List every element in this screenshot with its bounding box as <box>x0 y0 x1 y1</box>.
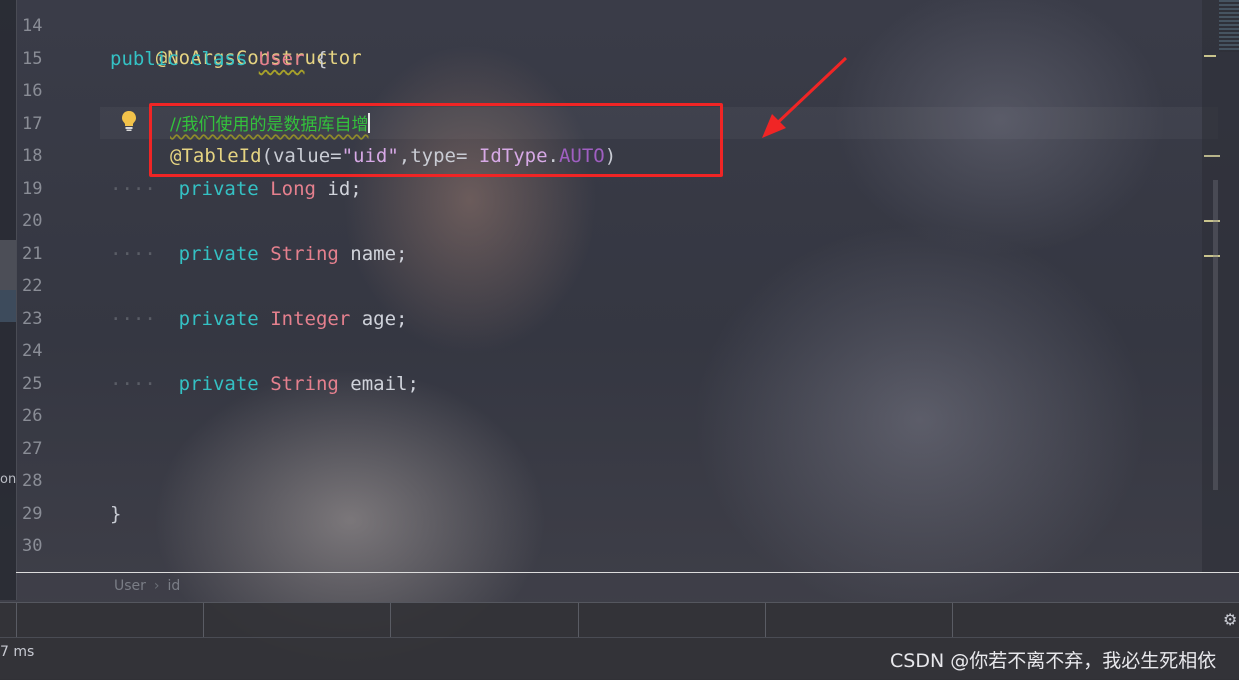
line-number: 28 <box>22 471 43 491</box>
breadcrumb-bar: User › id <box>16 572 1239 603</box>
panel-divider <box>765 603 766 637</box>
tool-strip-label: on <box>0 472 17 487</box>
error-stripe-top <box>1219 0 1239 52</box>
tool-strip-item-selected[interactable] <box>0 290 16 322</box>
gear-icon[interactable]: ⚙ <box>1223 610 1237 629</box>
error-stripe-mark[interactable] <box>1204 155 1220 157</box>
code-line-29[interactable]: } <box>110 498 121 530</box>
line-number: 30 <box>22 536 43 556</box>
line-number: 21 <box>22 244 43 264</box>
error-stripe-mark[interactable] <box>1204 55 1216 57</box>
field-name: id; <box>327 178 362 200</box>
line-number-gutter: 14 15 16 17 18 19 20 21 22 23 24 25 26 2… <box>16 0 100 572</box>
keyword: class <box>190 48 248 70</box>
chevron-right-icon: › <box>153 578 160 594</box>
line-number: 18 <box>22 146 43 166</box>
panel-divider <box>952 603 953 637</box>
line-number: 15 <box>22 49 43 69</box>
indent-guide: ···· <box>110 178 156 200</box>
code-line-14[interactable]: @NoArgsConstructor <box>110 10 362 69</box>
type-name: Integer <box>270 308 351 330</box>
keyword: private <box>178 178 259 200</box>
vertical-scroll-thumb[interactable] <box>1213 180 1218 490</box>
type-name: String <box>270 243 339 265</box>
tool-strip-item[interactable] <box>0 240 16 290</box>
line-number: 22 <box>22 276 43 296</box>
editor-scrollbar[interactable] <box>1202 0 1239 572</box>
type-name: Long <box>270 178 316 200</box>
code-line-23[interactable]: ···· private Integer age; <box>110 303 407 335</box>
keyword: private <box>178 373 259 395</box>
panel-divider <box>578 603 579 637</box>
line-number: 26 <box>22 406 43 426</box>
breadcrumb-item-field[interactable]: id <box>168 578 181 594</box>
watermark: CSDN @你若不离不弃，我必生死相依 <box>890 650 1217 672</box>
line-number: 29 <box>22 504 43 524</box>
breadcrumb-item-class[interactable]: User <box>114 578 146 594</box>
brace: } <box>110 503 122 525</box>
field-name: email; <box>350 373 419 395</box>
breadcrumb: User › id <box>114 578 180 594</box>
panel-divider <box>203 603 204 637</box>
code-line-25[interactable]: ···· private String email; <box>110 368 419 400</box>
lightbulb-icon[interactable] <box>120 110 138 132</box>
line-number: 27 <box>22 439 43 459</box>
keyword: private <box>178 308 259 330</box>
type-name: String <box>270 373 339 395</box>
red-highlight-box <box>149 103 723 177</box>
keyword: public <box>110 48 179 70</box>
line-number: 23 <box>22 309 43 329</box>
code-line-21[interactable]: ···· private String name; <box>110 238 407 270</box>
panel-divider <box>390 603 391 637</box>
red-arrow-annotation <box>762 56 848 138</box>
line-number: 17 <box>22 114 43 134</box>
brace: { <box>304 48 328 70</box>
field-name: age; <box>361 308 408 330</box>
panel-row-divider <box>0 637 1239 638</box>
indent-guide: ···· <box>110 243 156 265</box>
field-name: name; <box>350 243 408 265</box>
code-line-15[interactable]: public class User { <box>110 43 327 75</box>
code-line-19[interactable]: ···· private Long id; <box>110 173 362 205</box>
line-number: 25 <box>22 374 43 394</box>
line-number: 20 <box>22 211 43 231</box>
indent-guide: ···· <box>110 308 156 330</box>
indent-guide: ···· <box>110 373 156 395</box>
left-tool-strip: on <box>0 0 17 600</box>
panel-divider <box>16 603 17 637</box>
line-number: 16 <box>22 81 43 101</box>
status-time: 7 ms <box>0 644 35 660</box>
line-number: 24 <box>22 341 43 361</box>
line-number: 14 <box>22 16 43 36</box>
class-name: User <box>258 48 305 70</box>
code-editor[interactable]: 14 15 16 17 18 19 20 21 22 23 24 25 26 2… <box>16 0 1218 572</box>
keyword: private <box>178 243 259 265</box>
line-number: 19 <box>22 179 43 199</box>
